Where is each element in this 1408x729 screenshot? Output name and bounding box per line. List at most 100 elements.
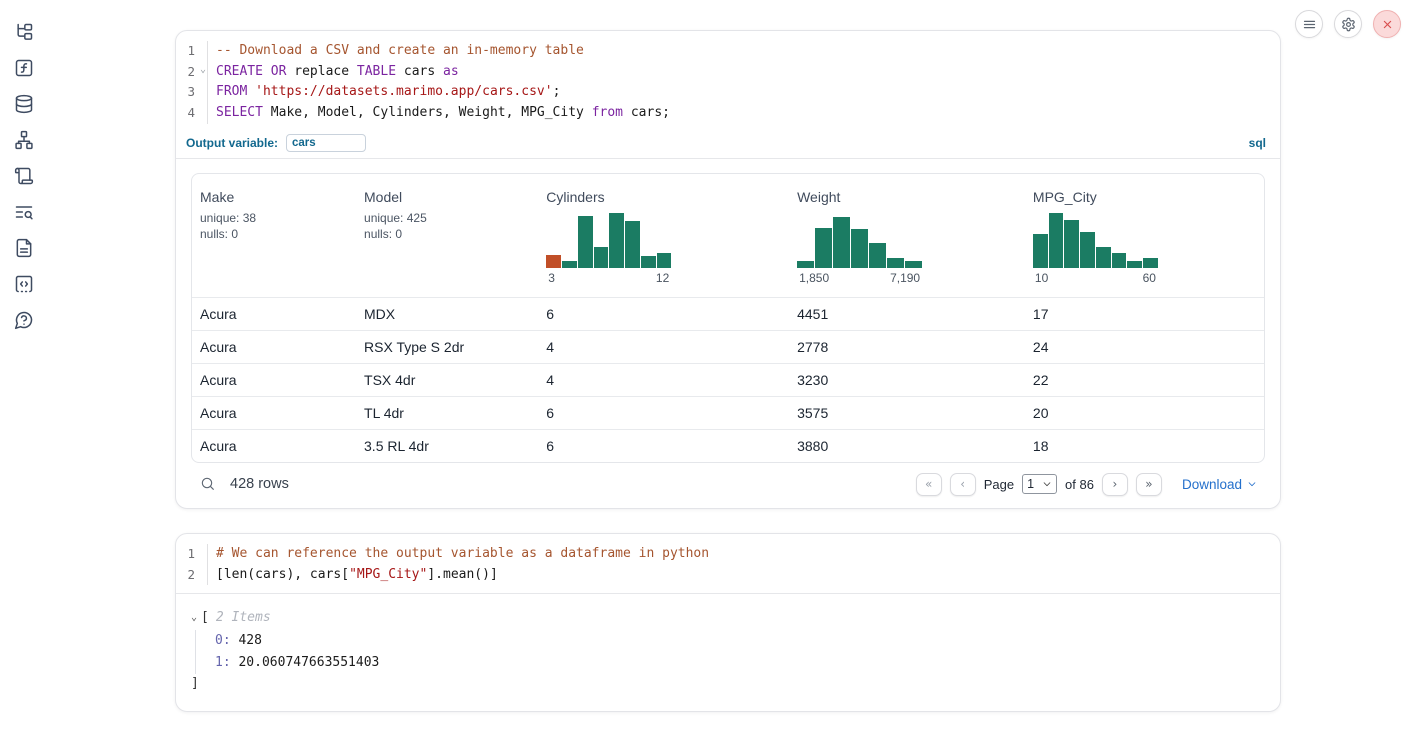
table-cell: 6 bbox=[538, 298, 789, 330]
sidebar-item-snippets[interactable] bbox=[14, 274, 34, 294]
dependency-graph-icon bbox=[14, 130, 34, 150]
download-label: Download bbox=[1182, 477, 1242, 492]
page-number-select[interactable]: 1 bbox=[1022, 474, 1057, 494]
fold-chevron-icon[interactable]: ⌄ bbox=[200, 60, 206, 80]
column-histogram: 1,8507,190 bbox=[797, 213, 922, 285]
search-button[interactable] bbox=[199, 475, 217, 493]
output-variable-label: Output variable: bbox=[186, 136, 278, 150]
column-header-make: Makeunique: 38nulls: 0 bbox=[192, 174, 356, 297]
pagination: « ‹ Page 1 of 86 › » Download bbox=[916, 473, 1257, 496]
column-name[interactable]: Cylinders bbox=[546, 187, 781, 207]
next-page-button[interactable]: › bbox=[1102, 473, 1128, 496]
menu-button[interactable] bbox=[1295, 10, 1323, 38]
sidebar-item-variables[interactable] bbox=[14, 58, 34, 78]
table-row[interactable]: AcuraRSX Type S 2dr4277824 bbox=[192, 330, 1264, 363]
column-histogram: 1060 bbox=[1033, 213, 1158, 285]
axis-min-label: 3 bbox=[548, 271, 555, 285]
tree-entry-key: 1: bbox=[215, 655, 231, 670]
download-button[interactable]: Download bbox=[1182, 477, 1257, 492]
column-name[interactable]: Weight bbox=[797, 187, 1017, 207]
histogram-bar bbox=[1033, 234, 1048, 268]
line-gutter: 1 bbox=[176, 41, 208, 62]
column-name[interactable]: Make bbox=[200, 187, 348, 207]
search-logs-icon bbox=[14, 202, 34, 222]
column-name[interactable]: Model bbox=[364, 187, 530, 207]
sidebar-panel-switcher bbox=[0, 22, 48, 330]
table-cell: 24 bbox=[1025, 331, 1264, 363]
code-line: 4SELECT Make, Model, Cylinders, Weight, … bbox=[176, 103, 1280, 124]
line-number: 3 bbox=[187, 84, 195, 99]
tree-items-count: 2 Items bbox=[216, 608, 271, 627]
previous-page-button[interactable]: ‹ bbox=[950, 473, 976, 496]
first-page-button[interactable]: « bbox=[916, 473, 942, 496]
sql-code-editor[interactable]: 1 -- Download a CSV and create an in-memo… bbox=[176, 31, 1280, 132]
code-text: SELECT Make, Model, Cylinders, Weight, M… bbox=[208, 103, 670, 124]
histogram-axis: 312 bbox=[546, 271, 671, 285]
python-code-editor[interactable]: 1# We can reference the output variable … bbox=[176, 534, 1280, 593]
collapse-chevron-icon[interactable]: ⌄ bbox=[191, 608, 197, 627]
histogram-bar bbox=[851, 229, 868, 268]
table-cell: Acura bbox=[192, 397, 356, 429]
table-cell: 3230 bbox=[789, 364, 1025, 396]
sidebar-item-datasources[interactable] bbox=[14, 94, 34, 114]
sidebar-item-scratchpad[interactable] bbox=[14, 166, 34, 186]
shutdown-button[interactable] bbox=[1373, 10, 1401, 38]
sidebar-item-help[interactable] bbox=[14, 310, 34, 330]
table-cell: Acura bbox=[192, 430, 356, 462]
table-row[interactable]: AcuraTL 4dr6357520 bbox=[192, 396, 1264, 429]
histogram-bars bbox=[1033, 213, 1158, 268]
table-row[interactable]: Acura3.5 RL 4dr6388018 bbox=[192, 429, 1264, 462]
chevron-down-icon bbox=[1247, 479, 1257, 489]
column-name[interactable]: MPG_City bbox=[1033, 187, 1256, 207]
code-text: CREATE OR replace TABLE cars as bbox=[208, 62, 459, 83]
page-label: Page bbox=[984, 477, 1014, 492]
table-cell: 20 bbox=[1025, 397, 1264, 429]
histogram-bar bbox=[625, 221, 640, 268]
line-gutter: 1 bbox=[176, 544, 208, 565]
histogram-bars bbox=[546, 213, 671, 268]
scroll-icon bbox=[14, 166, 34, 186]
table-cell: 4451 bbox=[789, 298, 1025, 330]
code-text: -- Download a CSV and create an in-memor… bbox=[208, 41, 584, 62]
code-line: 2[len(cars), cars["MPG_City"].mean()] bbox=[176, 565, 1280, 586]
result-table: Makeunique: 38nulls: 0Modelunique: 425nu… bbox=[191, 173, 1265, 463]
last-page-button[interactable]: » bbox=[1136, 473, 1162, 496]
line-number: 2 bbox=[187, 567, 195, 582]
line-number: 1 bbox=[187, 43, 195, 58]
settings-gear-icon bbox=[1341, 17, 1356, 32]
table-row[interactable]: AcuraMDX6445117 bbox=[192, 297, 1264, 330]
file-tree-icon bbox=[14, 22, 34, 42]
table-cell: 18 bbox=[1025, 430, 1264, 462]
column-header-cylinders: Cylinders 312 bbox=[538, 174, 789, 297]
column-header-mpg_city: MPG_City 1060 bbox=[1025, 174, 1264, 297]
line-gutter: 2 bbox=[176, 565, 208, 586]
table-cell: Acura bbox=[192, 331, 356, 363]
table-cell: RSX Type S 2dr bbox=[356, 331, 538, 363]
language-badge[interactable]: sql bbox=[1249, 136, 1266, 150]
tree-root-row: ⌄ [ 2 Items bbox=[191, 608, 1265, 627]
column-stat: nulls: 0 bbox=[364, 229, 530, 239]
table-cell: 6 bbox=[538, 397, 789, 429]
table-cell: 17 bbox=[1025, 298, 1264, 330]
table-cell: 22 bbox=[1025, 364, 1264, 396]
output-variable-row: Output variable: sql bbox=[176, 132, 1280, 159]
histogram-bar bbox=[887, 258, 904, 268]
line-gutter: 2⌄ bbox=[176, 62, 208, 83]
sidebar-item-logs[interactable] bbox=[14, 202, 34, 222]
line-gutter: 4 bbox=[176, 103, 208, 124]
shutdown-close-icon bbox=[1380, 17, 1395, 32]
histogram-bar bbox=[546, 255, 561, 268]
sidebar-item-dependency-graph[interactable] bbox=[14, 130, 34, 150]
settings-button[interactable] bbox=[1334, 10, 1362, 38]
function-square-icon bbox=[14, 58, 34, 78]
histogram-bar bbox=[905, 261, 922, 268]
table-cell: 4 bbox=[538, 364, 789, 396]
sidebar-item-documentation[interactable] bbox=[14, 238, 34, 258]
notebook-actions bbox=[1295, 10, 1401, 38]
output-variable-input[interactable] bbox=[286, 134, 366, 152]
tree-children: 0: 4281: 20.060747663551403 bbox=[195, 630, 1265, 674]
sidebar-item-file-tree[interactable] bbox=[14, 22, 34, 42]
histogram-axis: 1060 bbox=[1033, 271, 1158, 285]
table-row[interactable]: AcuraTSX 4dr4323022 bbox=[192, 363, 1264, 396]
histogram-bar bbox=[594, 247, 609, 268]
